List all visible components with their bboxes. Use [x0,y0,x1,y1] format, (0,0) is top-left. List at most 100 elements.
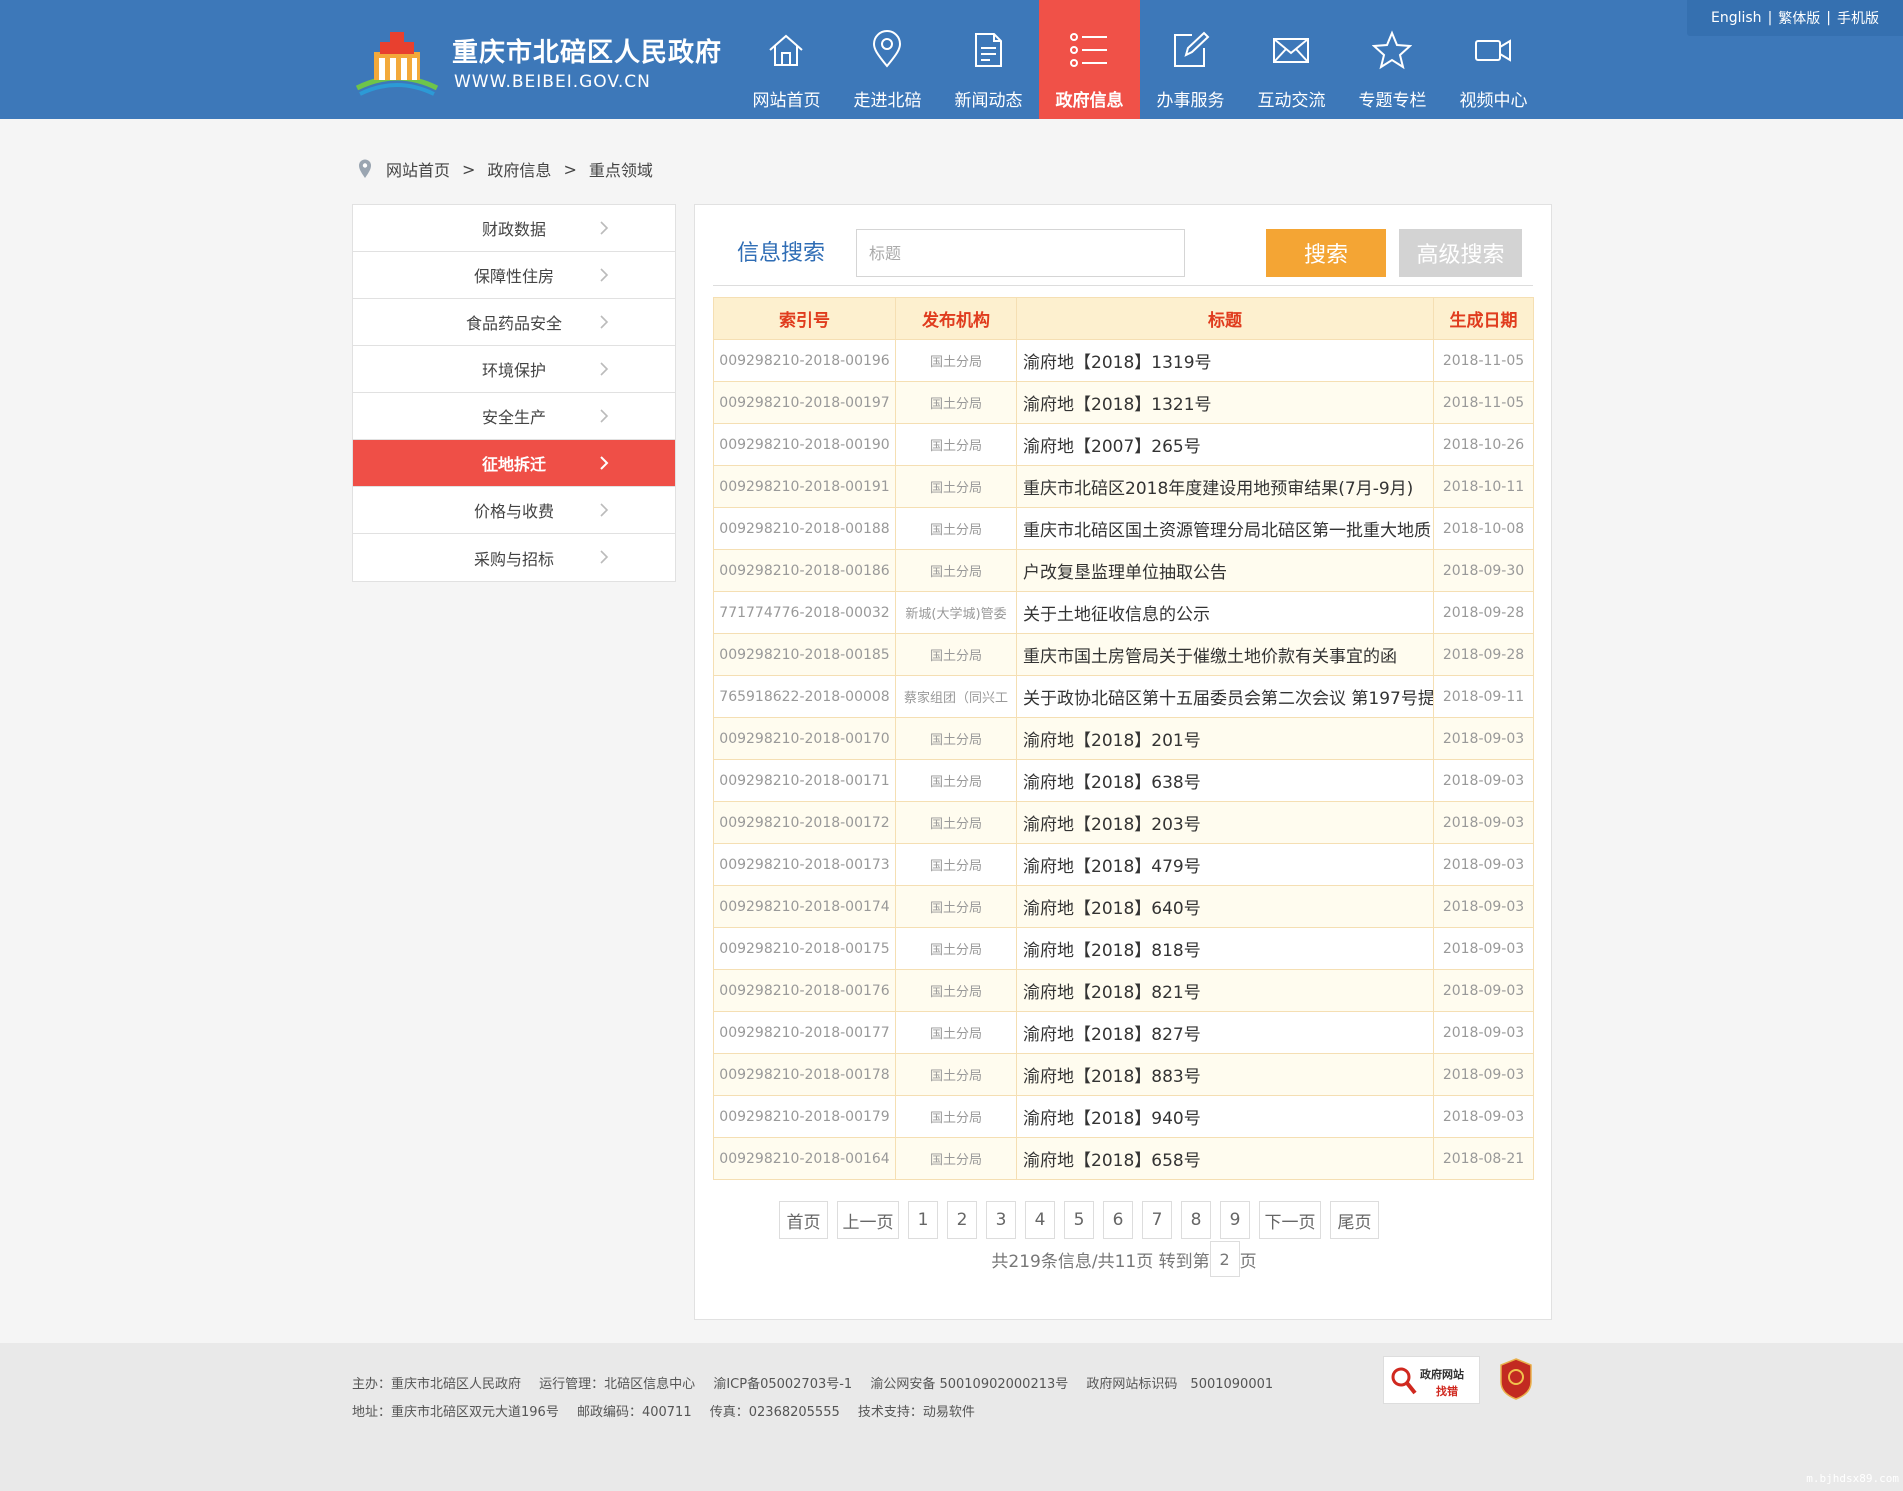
page-number-button[interactable]: 9 [1220,1201,1250,1239]
cell-title-link[interactable]: 渝府地【2018】818号 [1016,927,1434,970]
site-footer: 主办：重庆市北碚区人民政府 运行管理：北碚区信息中心 渝ICP备05002703… [0,1343,1903,1491]
page-number-button[interactable]: 8 [1181,1201,1211,1239]
page-nav-button[interactable]: 尾页 [1330,1201,1379,1239]
search-button[interactable]: 搜索 [1266,229,1386,277]
table-row[interactable]: 765918622-2018-00008 蔡家组团（同兴工 关于政协北碚区第十五届委… [713,675,1534,718]
search-input[interactable] [856,229,1185,277]
nav-item-gov-info[interactable]: 政府信息 [1039,0,1140,119]
nav-label: 新闻动态 [954,91,1023,111]
table-row[interactable]: 009298210-2018-00173 国土分局 渝府地【2018】479号 201… [713,843,1534,886]
cell-index: 009298210-2018-00191 [713,465,896,508]
cell-date: 2018-08-21 [1433,1137,1534,1180]
nav-item-news[interactable]: 新闻动态 [938,0,1039,119]
cell-title-link[interactable]: 重庆市国土房管局关于催缴土地价款有关事宜的函 [1016,633,1434,676]
cell-title-link[interactable]: 渝府地【2018】640号 [1016,885,1434,928]
table-row[interactable]: 009298210-2018-00170 国土分局 渝府地【2018】201号 201… [713,717,1534,760]
table-row[interactable]: 009298210-2018-00185 国土分局 重庆市国土房管局关于催缴土地价款… [713,633,1534,676]
star-icon [1372,30,1412,70]
cell-title-link[interactable]: 渝府地【2007】265号 [1016,423,1434,466]
sidebar-item-safety[interactable]: 安全生产 [353,393,675,440]
page-nav-button[interactable]: 首页 [779,1201,828,1239]
cell-title-link[interactable]: 重庆市北碚区国土资源管理分局北碚区第一批重大地质 [1016,507,1434,550]
cell-index: 009298210-2018-00171 [713,759,896,802]
page-number-button[interactable]: 6 [1103,1201,1133,1239]
sidebar-item-land-acquisition[interactable]: 征地拆迁 [353,440,675,487]
table-row[interactable]: 009298210-2018-00177 国土分局 渝府地【2018】827号 201… [713,1011,1534,1054]
cell-title-link[interactable]: 渝府地【2018】479号 [1016,843,1434,886]
nav-item-about[interactable]: 走进北碚 [837,0,938,119]
table-row[interactable]: 009298210-2018-00191 国土分局 重庆市北碚区2018年度建设用地… [713,465,1534,508]
sidebar-item-finance[interactable]: 财政数据 [353,205,675,252]
cell-title-link[interactable]: 关于土地征收信息的公示 [1016,591,1434,634]
cell-title-link[interactable]: 渝府地【2018】203号 [1016,801,1434,844]
cell-date: 2018-09-30 [1433,549,1534,592]
nav-item-topics[interactable]: 专题专栏 [1342,0,1443,119]
table-row[interactable]: 009298210-2018-00176 国土分局 渝府地【2018】821号 201… [713,969,1534,1012]
table-row[interactable]: 009298210-2018-00197 国土分局 渝府地【2018】1321号 20… [713,381,1534,424]
table-row[interactable]: 771774776-2018-00032 新城(大学城)管委 关于土地征收信息的公示… [713,591,1534,634]
cell-title-link[interactable]: 渝府地【2018】1319号 [1016,339,1434,382]
advanced-search-button[interactable]: 高级搜索 [1399,229,1522,277]
breadcrumb-gov-info[interactable]: 政府信息 [487,157,551,181]
table-row[interactable]: 009298210-2018-00174 国土分局 渝府地【2018】640号 201… [713,885,1534,928]
cell-index: 009298210-2018-00185 [713,633,896,676]
page-jump-input[interactable] [1209,1241,1240,1277]
page-number-button[interactable]: 3 [986,1201,1016,1239]
table-row[interactable]: 009298210-2018-00196 国土分局 渝府地【2018】1319号 20… [713,339,1534,382]
page-number-button[interactable]: 4 [1025,1201,1055,1239]
footer-police-record[interactable]: 渝公网安备 50010902000213号 [870,1377,1068,1392]
table-row[interactable]: 009298210-2018-00190 国土分局 渝府地【2007】265号 201… [713,423,1534,466]
nav-label: 办事服务 [1156,91,1225,111]
government-emblem-icon [355,32,439,96]
nav-item-home[interactable]: 网站首页 [736,0,837,119]
sidebar-item-pricing[interactable]: 价格与收费 [353,487,675,534]
nav-item-interact[interactable]: 互动交流 [1241,0,1342,119]
sidebar-item-housing[interactable]: 保障性住房 [353,252,675,299]
cell-title-link[interactable]: 渝府地【2018】940号 [1016,1095,1434,1138]
mobile-link[interactable]: 手机版 [1837,8,1879,28]
footer-tech-support[interactable]: 技术支持：动易软件 [858,1405,975,1420]
table-row[interactable]: 009298210-2018-00188 国土分局 重庆市北碚区国土资源管理分局北碚… [713,507,1534,550]
table-row[interactable]: 009298210-2018-00172 国土分局 渝府地【2018】203号 201… [713,801,1534,844]
breadcrumb-current[interactable]: 重点领域 [589,157,653,181]
chevron-right-icon [600,315,609,329]
sidebar-item-food-drug[interactable]: 食品药品安全 [353,299,675,346]
sidebar-item-label: 采购与招标 [473,549,554,569]
page-number-button[interactable]: 7 [1142,1201,1172,1239]
cell-title-link[interactable]: 渝府地【2018】821号 [1016,969,1434,1012]
nav-item-services[interactable]: 办事服务 [1140,0,1241,119]
english-link[interactable]: English [1711,10,1762,26]
cell-title-link[interactable]: 关于政协北碚区第十五届委员会第二次会议 第197号提 [1016,675,1434,718]
table-row[interactable]: 009298210-2018-00179 国土分局 渝府地【2018】940号 201… [713,1095,1534,1138]
table-row[interactable]: 009298210-2018-00164 国土分局 渝府地【2018】658号 201… [713,1137,1534,1180]
page-number-button[interactable]: 1 [908,1201,938,1239]
cell-title-link[interactable]: 渝府地【2018】1321号 [1016,381,1434,424]
breadcrumb-home[interactable]: 网站首页 [386,157,450,181]
table-row[interactable]: 009298210-2018-00186 国土分局 户改复垦监理单位抽取公告 2018… [713,549,1534,592]
sidebar-item-label: 食品药品安全 [465,314,562,333]
cell-title-link[interactable]: 重庆市北碚区2018年度建设用地预审结果(7月-9月) [1016,465,1434,508]
cell-title-link[interactable]: 户改复垦监理单位抽取公告 [1016,549,1434,592]
sidebar-item-environment[interactable]: 环境保护 [353,346,675,393]
cell-title-link[interactable]: 渝府地【2018】658号 [1016,1137,1434,1180]
sidebar-item-procurement[interactable]: 采购与招标 [353,534,675,581]
page-nav-button[interactable]: 下一页 [1259,1201,1321,1239]
traditional-chinese-link[interactable]: 繁体版 [1778,8,1820,28]
table-row[interactable]: 009298210-2018-00171 国土分局 渝府地【2018】638号 201… [713,759,1534,802]
cell-title-link[interactable]: 渝府地【2018】201号 [1016,717,1434,760]
page-nav-button[interactable]: 上一页 [837,1201,899,1239]
pagination-suffix: 页 [1239,1251,1257,1272]
cell-title-link[interactable]: 渝府地【2018】638号 [1016,759,1434,802]
report-error-badge[interactable]: 政府网站 找错 [1383,1356,1480,1404]
table-row[interactable]: 009298210-2018-00175 国土分局 渝府地【2018】818号 201… [713,927,1534,970]
cell-title-link[interactable]: 渝府地【2018】827号 [1016,1011,1434,1054]
table-row[interactable]: 009298210-2018-00178 国土分局 渝府地【2018】883号 201… [713,1053,1534,1096]
cell-title-link[interactable]: 渝府地【2018】883号 [1016,1053,1434,1096]
footer-icp[interactable]: 渝ICP备05002703号-1 [713,1377,852,1392]
party-seal-icon[interactable] [1500,1358,1532,1400]
page-number-button[interactable]: 5 [1064,1201,1094,1239]
page-number-button[interactable]: 2 [947,1201,977,1239]
cell-date: 2018-09-28 [1433,591,1534,634]
site-logo[interactable]: 重庆市北碚区人民政府 WWW.BEIBEI.GOV.CN [352,24,722,100]
nav-item-video[interactable]: 视频中心 [1443,0,1544,119]
